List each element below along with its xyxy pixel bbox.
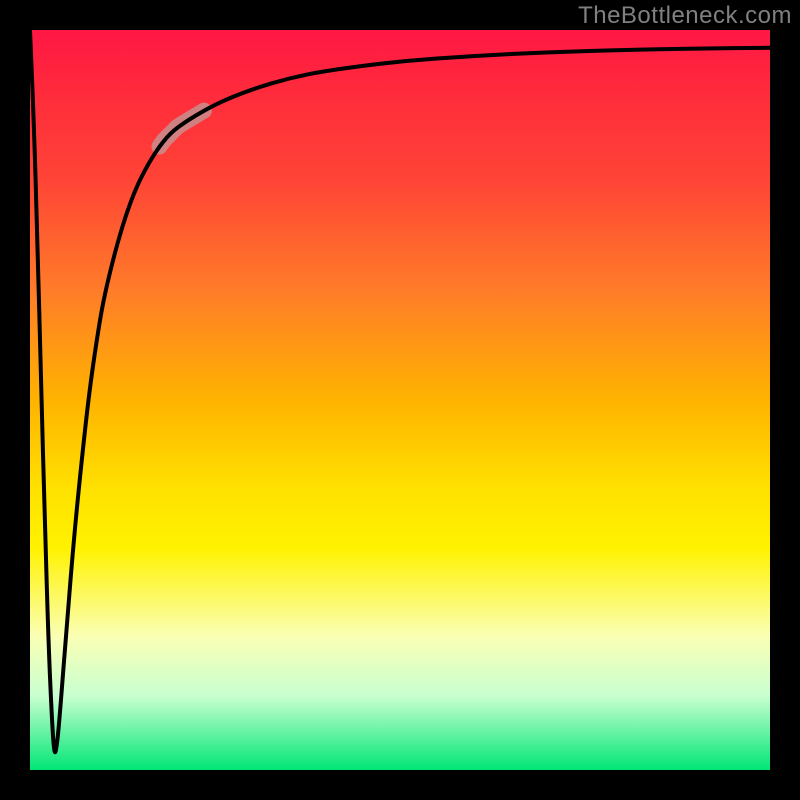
watermark-text: TheBottleneck.com (578, 2, 792, 30)
bottleneck-curve-line (30, 30, 770, 752)
chart-frame: TheBottleneck.com (0, 0, 800, 800)
plot-gradient-area (30, 30, 770, 770)
curve-overlay (30, 30, 770, 770)
